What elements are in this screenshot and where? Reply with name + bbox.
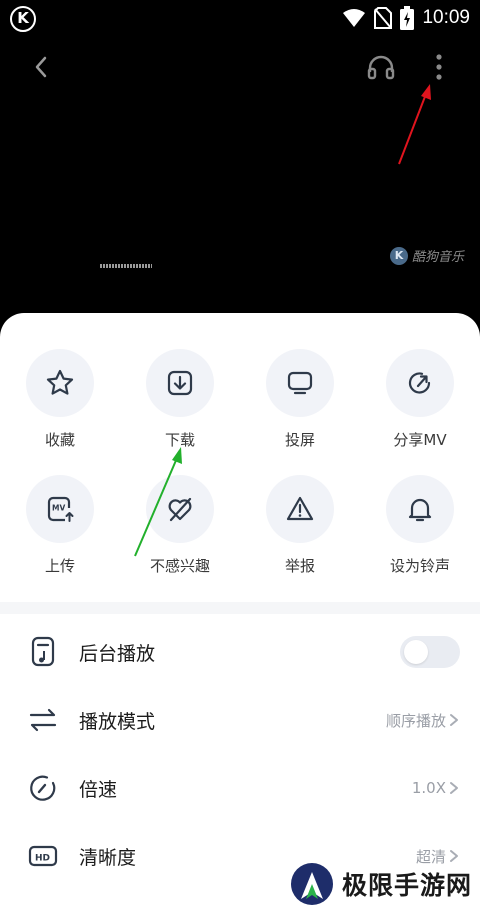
speed-icon (30, 775, 56, 801)
headphones-icon (367, 55, 395, 80)
share-icon-circle (386, 349, 454, 417)
status-bar: K 10:09 (0, 0, 480, 36)
not-interested-icon-circle (146, 475, 214, 543)
download-icon (167, 370, 193, 396)
report-icon (286, 496, 314, 521)
site-watermark: 极限手游网 (290, 862, 472, 906)
more-button[interactable] (428, 50, 450, 84)
more-options-sheet: 收藏 下载 投屏 分享MV MV 上传 不感兴趣 举报 设为铃声 后台播放 播放… (0, 313, 480, 913)
speed-label: 倍速 (79, 778, 118, 801)
favorite-icon-circle (26, 349, 94, 417)
report-icon-circle (266, 475, 334, 543)
background-play-row[interactable]: 后台播放 (0, 618, 480, 686)
upload-icon-circle: MV (26, 475, 94, 543)
background-play-toggle[interactable] (400, 636, 460, 668)
upload-label: 上传 (44, 557, 75, 575)
not-interested-icon (168, 497, 192, 522)
no-sim-icon (374, 7, 393, 29)
hd-icon-wrap: HD (26, 839, 60, 873)
share-icon (408, 372, 431, 394)
download-action[interactable]: 下载 (120, 349, 240, 450)
background-play-label: 后台播放 (79, 642, 156, 665)
upload-action[interactable]: MV 上传 (0, 475, 120, 576)
favorite-label: 收藏 (44, 431, 75, 449)
back-icon (35, 56, 47, 78)
play-mode-row[interactable]: 播放模式 顺序播放 (0, 686, 480, 754)
cast-label: 投屏 (284, 431, 315, 449)
speed-value: 1.0X (411, 779, 446, 797)
download-label: 下载 (164, 431, 195, 449)
kugou-logo-icon: K (389, 246, 408, 265)
background-play-icon (31, 636, 55, 667)
star-icon (46, 369, 74, 395)
app-logo-icon: K (10, 6, 36, 32)
speed-row[interactable]: 倍速 1.0X (0, 754, 480, 822)
wifi-icon (343, 9, 366, 27)
cast-screen-icon (287, 371, 313, 395)
toggle-knob (404, 640, 428, 664)
cast-icon-circle (266, 349, 334, 417)
video-mini-indicator (100, 264, 152, 268)
quality-label: 清晰度 (79, 846, 137, 869)
share-mv-action[interactable]: 分享MV (360, 349, 480, 450)
back-button[interactable] (26, 52, 56, 82)
hd-icon: HD (28, 845, 58, 867)
headphones-button[interactable] (364, 50, 398, 84)
bell-icon (408, 498, 432, 522)
play-mode-label: 播放模式 (79, 710, 156, 733)
set-ringtone-label: 设为铃声 (389, 557, 450, 575)
background-play-icon-wrap (26, 635, 60, 669)
chevron-right-icon (450, 714, 458, 726)
speed-icon-wrap (26, 771, 60, 805)
play-mode-value: 顺序播放 (385, 711, 446, 730)
watermark-text: 酷狗音乐 (411, 250, 464, 265)
svg-text:MV: MV (52, 504, 65, 513)
play-mode-icon-wrap (26, 703, 60, 737)
chevron-right-icon (450, 782, 458, 794)
status-indicators: 10:09 (342, 4, 470, 32)
report-label: 举报 (284, 557, 315, 575)
video-player[interactable]: K 酷狗音乐 (0, 36, 480, 336)
upload-mv-icon: MV (47, 496, 74, 522)
not-interested-action[interactable]: 不感兴趣 (120, 475, 240, 576)
kugou-watermark: K 酷狗音乐 (389, 246, 464, 265)
set-ringtone-action[interactable]: 设为铃声 (360, 475, 480, 576)
site-name: 极限手游网 (342, 871, 473, 900)
cast-action[interactable]: 投屏 (240, 349, 360, 450)
battery-icon (400, 6, 415, 30)
site-logo-icon (291, 863, 333, 905)
ringtone-icon-circle (386, 475, 454, 543)
report-action[interactable]: 举报 (240, 475, 360, 576)
chevron-right-icon (450, 850, 458, 862)
svg-text:HD: HD (35, 854, 50, 864)
section-divider (0, 602, 480, 614)
more-vertical-icon (436, 54, 442, 80)
clock: 10:09 (422, 7, 470, 28)
not-interested-label: 不感兴趣 (149, 557, 210, 575)
download-icon-circle (146, 349, 214, 417)
play-mode-icon (29, 708, 57, 732)
favorite-action[interactable]: 收藏 (0, 349, 120, 450)
share-mv-label: 分享MV (393, 431, 447, 449)
